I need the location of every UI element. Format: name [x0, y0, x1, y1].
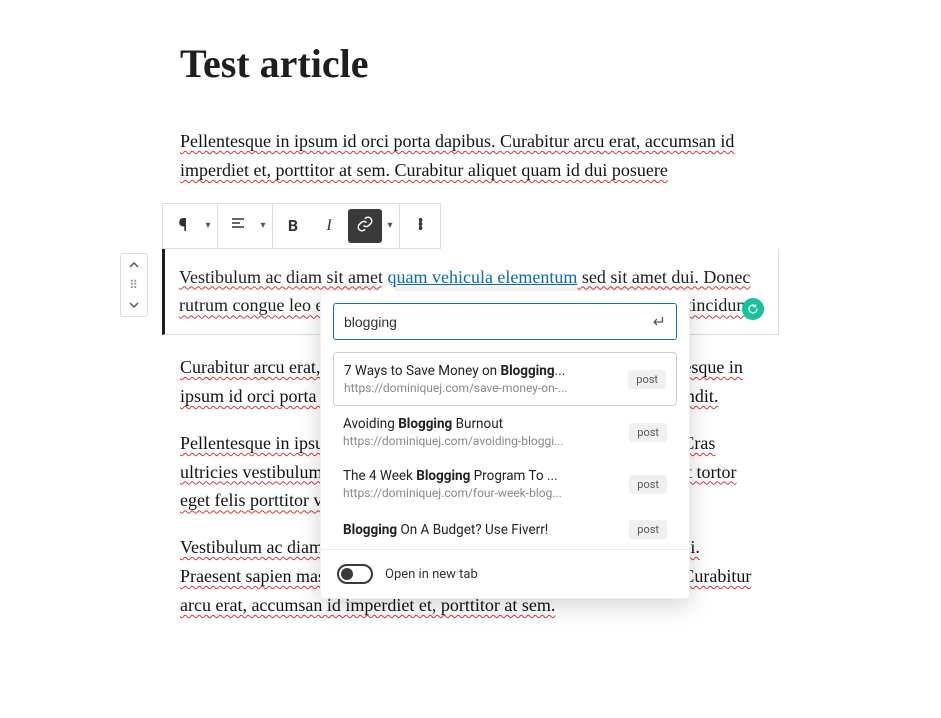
link-result-badge: post [629, 520, 667, 539]
more-options-button[interactable]: ••• [402, 204, 438, 248]
linked-text[interactable]: quam vehicula elementum [387, 267, 577, 287]
more-icon: ••• [417, 220, 422, 232]
link-search-input[interactable] [344, 314, 653, 330]
open-new-tab-toggle[interactable] [337, 564, 373, 584]
link-result-url: https://dominiquej.com/save-money-on-... [344, 381, 618, 395]
link-result[interactable]: Avoiding Blogging Burnout https://dominiq… [333, 406, 677, 458]
link-search-wrap: ↵ [333, 303, 677, 340]
link-result[interactable]: The 4 Week Blogging Program To ... https:… [333, 458, 677, 510]
open-new-tab-label: Open in new tab [385, 567, 478, 582]
link-result-title: 7 Ways to Save Money on Blogging... [344, 363, 618, 379]
link-result-title: Avoiding Blogging Burnout [343, 416, 619, 432]
link-icon [356, 215, 374, 237]
block-mover: ⠿ [120, 253, 148, 317]
link-result-title: The 4 Week Blogging Program To ... [343, 468, 619, 484]
block-type-button[interactable]: ¶ [165, 204, 201, 248]
align-caret[interactable]: ▾ [256, 220, 270, 231]
link-result[interactable]: 7 Ways to Save Money on Blogging... https… [333, 352, 677, 406]
link-result-badge: post [629, 475, 667, 494]
text-fragment: Vestibulum ac diam sit amet [179, 267, 387, 287]
block-toolbar: ¶ ▾ ▾ B I ▾ [162, 203, 441, 249]
block-type-caret[interactable]: ▾ [201, 220, 215, 231]
move-up-button[interactable] [121, 254, 147, 276]
link-results-list: 7 Ways to Save Money on Blogging... https… [321, 352, 689, 549]
link-popover: ↵ 7 Ways to Save Money on Blogging... htt… [320, 290, 690, 599]
italic-button[interactable]: I [311, 204, 347, 248]
drag-handle-icon[interactable]: ⠿ [121, 276, 147, 294]
link-result-url: https://dominiquej.com/avoiding-bloggi..… [343, 434, 619, 448]
link-result-badge: post [629, 423, 667, 442]
pilcrow-icon: ¶ [179, 215, 188, 236]
align-button[interactable] [220, 204, 256, 248]
link-result[interactable]: Blogging On A Budget? Use Fiverr! post [333, 510, 677, 549]
link-result-url: https://dominiquej.com/four-week-blog... [343, 486, 619, 500]
popover-footer: Open in new tab [321, 549, 689, 598]
move-down-button[interactable] [121, 294, 147, 316]
return-icon[interactable]: ↵ [653, 312, 666, 331]
page-title: Test article [180, 40, 761, 87]
link-result-title: Blogging On A Budget? Use Fiverr! [343, 522, 619, 538]
align-left-icon [230, 216, 246, 236]
grammarly-icon[interactable] [742, 298, 764, 320]
paragraph: Pellentesque in ipsum id orci porta dapi… [180, 127, 761, 185]
link-result-badge: post [628, 370, 666, 389]
link-button[interactable] [348, 209, 382, 243]
bold-button[interactable]: B [275, 204, 311, 248]
format-caret[interactable]: ▾ [383, 220, 397, 231]
